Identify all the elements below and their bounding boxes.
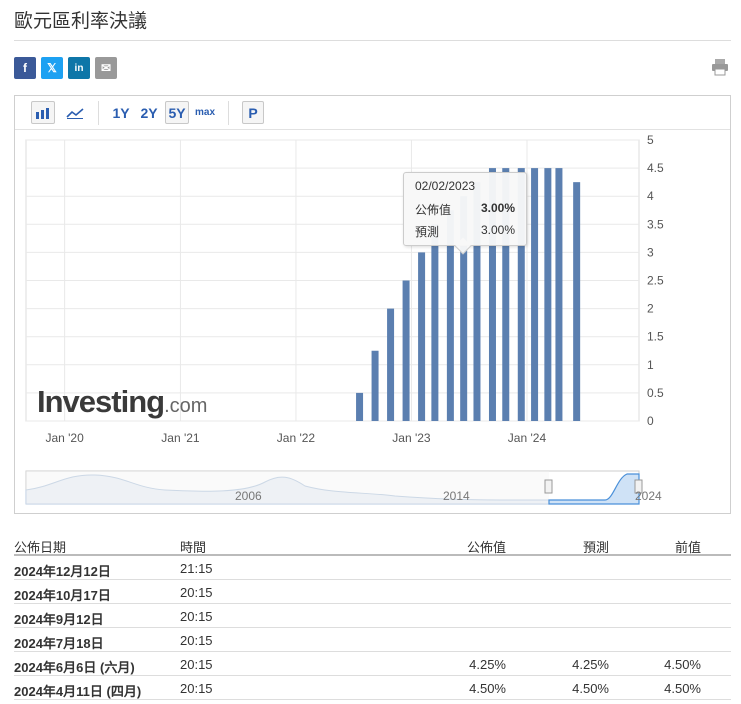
chart-tooltip: 02/02/2023 公佈值 3.00% 預測 3.00%: [403, 172, 527, 255]
share-buttons: f 𝕏 in ✉: [14, 57, 117, 79]
row-date: 2024年4月11日 (四月): [14, 684, 142, 699]
tooltip-forecast-label: 預測: [415, 225, 440, 239]
chart-bar[interactable]: [371, 350, 379, 421]
table-row: 2024年10月17日 20:15: [14, 580, 731, 604]
table-row: 2024年7月18日 20:15: [14, 628, 731, 652]
y-tick-label: 1.5: [647, 330, 664, 344]
header-actual[interactable]: 公佈值: [467, 537, 506, 556]
chart-bar[interactable]: [544, 168, 552, 421]
table-row: 2024年6月6日 (六月) 20:15 4.25% 4.25% 4.50%: [14, 652, 731, 676]
row-time: 21:15: [180, 561, 213, 576]
row-date: 2024年9月12日: [14, 612, 104, 627]
x-tick-label: Jan '23: [392, 431, 431, 445]
line-chart-toggle-button[interactable]: [63, 101, 87, 124]
navigator-label-2006: 2006: [235, 489, 262, 503]
x-tick-label: Jan '20: [45, 431, 84, 445]
y-tick-label: 4: [647, 189, 654, 203]
chart-bar[interactable]: [431, 224, 439, 421]
y-tick-label: 0.5: [647, 386, 664, 400]
x-tick-label: Jan '21: [161, 431, 200, 445]
history-table: 公佈日期 時間 公佈值 預測 前值 2024年12月12日 21:15 2024年1…: [14, 532, 731, 700]
y-tick-label: 1: [647, 358, 654, 372]
tooltip-forecast-value: 3.00%: [480, 223, 515, 237]
chart-toolbar: 1Y 2Y 5Y max P: [15, 96, 730, 130]
tooltip-actual-row: 公佈值 3.00%: [415, 201, 515, 218]
y-tick-label: 3.5: [647, 217, 664, 231]
y-tick-label: 2.5: [647, 274, 664, 288]
rate-bar-chart[interactable]: 0 0.5 1 1.5 2 2.5 3 3.5 4 4.5 5 Jan '20 Jan '21 Jan '…: [15, 130, 732, 514]
tooltip-actual-label: 公佈值: [415, 203, 452, 217]
range-max-button[interactable]: max: [193, 101, 217, 124]
chart-bar[interactable]: [402, 280, 410, 422]
chart-bar[interactable]: [573, 182, 581, 421]
title-divider: [14, 40, 731, 41]
header-time[interactable]: 時間: [180, 537, 206, 556]
toolbar-separator: [228, 101, 229, 125]
toolbar-separator: [98, 101, 99, 125]
header-previous[interactable]: 前值: [675, 537, 701, 556]
y-tick-label: 5: [647, 133, 654, 147]
bar-chart-toggle-button[interactable]: [31, 101, 55, 124]
tooltip-forecast-row: 預測 3.00%: [415, 223, 515, 240]
bar-chart-icon: [36, 107, 49, 119]
row-forecast: 4.50%: [572, 681, 609, 696]
tooltip-date: 02/02/2023: [415, 179, 476, 193]
row-time: 20:15: [180, 633, 213, 648]
table-row: 2024年4月11日 (四月) 20:15 4.50% 4.50% 4.50%: [14, 676, 731, 700]
row-date: 2024年10月17日: [14, 588, 111, 603]
row-time: 20:15: [180, 681, 213, 696]
range-2y-button[interactable]: 2Y: [137, 101, 161, 124]
chart-bar[interactable]: [356, 392, 364, 421]
page-title: 歐元區利率決議: [14, 11, 148, 32]
chart-bar[interactable]: [531, 168, 539, 421]
row-previous: 4.50%: [664, 657, 701, 672]
chart-container: 1Y 2Y 5Y max P 0 0.5 1 1.5 2 2.5 3 3.5 4 4.5 5 Jan …: [14, 95, 731, 514]
logo-suffix: .com: [164, 395, 208, 417]
row-date: 2024年7月18日: [14, 636, 104, 651]
row-actual: 4.50%: [469, 681, 506, 696]
navigator-label-2014: 2014: [443, 489, 470, 503]
chart-bar[interactable]: [555, 168, 563, 421]
table-body: 2024年12月12日 21:15 2024年10月17日 20:15 2024年9月1…: [14, 556, 731, 700]
email-share-button[interactable]: ✉: [95, 57, 117, 79]
navigator[interactable]: 2006 2014 2024: [15, 468, 732, 508]
facebook-share-button[interactable]: f: [14, 57, 36, 79]
logo-text: Investing: [37, 384, 165, 419]
table-header: 公佈日期 時間 公佈值 預測 前值: [14, 532, 731, 556]
y-tick-label: 0: [647, 414, 654, 428]
navigator-label-2024: 2024: [635, 489, 662, 503]
navigator-left-handle[interactable]: [544, 479, 553, 494]
y-tick-label: 4.5: [647, 161, 664, 175]
range-1y-button[interactable]: 1Y: [109, 101, 133, 124]
row-previous: 4.50%: [664, 681, 701, 696]
row-date: 2024年12月12日: [14, 564, 111, 579]
row-time: 20:15: [180, 657, 213, 672]
x-tick-label: Jan '22: [277, 431, 316, 445]
row-actual: 4.25%: [469, 657, 506, 672]
range-5y-button[interactable]: 5Y: [165, 101, 189, 124]
linkedin-share-button[interactable]: in: [68, 57, 90, 79]
row-forecast: 4.25%: [572, 657, 609, 672]
investing-logo: Investing.com: [37, 384, 207, 420]
header-date[interactable]: 公佈日期: [14, 537, 66, 556]
table-row: 2024年12月12日 21:15: [14, 556, 731, 580]
header-forecast[interactable]: 預測: [583, 537, 609, 556]
y-tick-label: 2: [647, 302, 654, 316]
twitter-share-button[interactable]: 𝕏: [41, 57, 63, 79]
row-time: 20:15: [180, 609, 213, 624]
p-button[interactable]: P: [242, 101, 264, 124]
chart-bar[interactable]: [418, 252, 426, 421]
x-tick-label: Jan '24: [508, 431, 547, 445]
table-row: 2024年9月12日 20:15: [14, 604, 731, 628]
print-icon[interactable]: [711, 58, 729, 76]
row-time: 20:15: [180, 585, 213, 600]
chart-bar[interactable]: [387, 308, 395, 421]
tooltip-actual-value: 3.00%: [480, 201, 515, 215]
y-tick-label: 3: [647, 245, 654, 259]
navigator-mask: [26, 471, 549, 504]
line-chart-icon: [66, 107, 84, 119]
row-date: 2024年6月6日 (六月): [14, 660, 135, 675]
